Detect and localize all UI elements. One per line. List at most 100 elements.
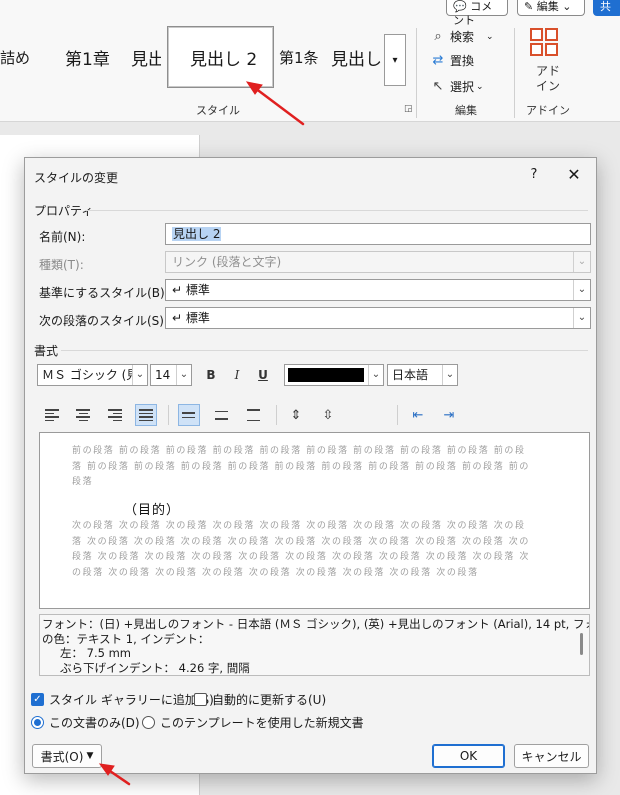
select-label: 選択: [450, 80, 475, 94]
font-color-swatch: [288, 368, 364, 382]
toolbar-separator: [276, 405, 277, 425]
description-line: ぶら下げインデント： 4.26 字, 間隔: [60, 660, 250, 675]
radio-empty-icon: [142, 716, 155, 729]
style-gallery: 詰め 第1章 見出 見出し 2 第1条 見出し: [0, 24, 410, 92]
underline-button[interactable]: U: [252, 364, 274, 386]
new-documents-label: このテンプレートを使用した新規文書: [160, 716, 364, 730]
bold-button[interactable]: B: [200, 364, 222, 386]
name-input[interactable]: 見出し 2: [165, 223, 591, 245]
chevron-down-icon: ▾: [392, 54, 398, 66]
ribbon: 💬 コメント ✎ 編集 ⌄ 共 詰め 第1章 見出 見出し 2 第1条 見出し …: [0, 0, 620, 122]
gallery-style-item[interactable]: 見出: [131, 26, 161, 88]
search-icon: ⌕: [434, 29, 442, 44]
auto-update-checkbox[interactable]: 自動的に更新する(U): [194, 691, 326, 708]
base-style-select[interactable]: ↵ 標準 ⌄: [165, 279, 591, 301]
name-value: 見出し 2: [172, 227, 222, 241]
gallery-more-button[interactable]: ▾: [384, 34, 406, 86]
cancel-button[interactable]: キャンセル: [514, 744, 589, 768]
comment-button[interactable]: 💬 コメント: [446, 0, 508, 27]
line-spacing-double-icon[interactable]: [243, 404, 265, 426]
next-style-select[interactable]: ↵ 標準 ⌄: [165, 307, 591, 329]
checkmark-icon: ✓: [31, 693, 44, 706]
ribbon-separator: [514, 28, 515, 118]
add-to-gallery-checkbox[interactable]: ✓ スタイル ギャラリーに追加(S): [31, 691, 214, 708]
preview-next-paragraph: 次の段落 次の段落 次の段落 次の段落 次の段落 次の段落 次の段落 次の段落 …: [72, 521, 531, 578]
search-button[interactable]: ⌕ 検索 ⌄: [430, 28, 494, 45]
space-after-icon[interactable]: ⇳: [317, 404, 339, 426]
name-label: 名前(N):: [39, 230, 86, 244]
language-select[interactable]: 日本語 ⌄: [387, 364, 458, 386]
font-color-select[interactable]: ⌄: [284, 364, 384, 386]
gallery-style-label: 見出: [131, 49, 161, 70]
description-line: の色：テキスト 1, インデント：: [42, 631, 210, 646]
type-value: リンク (段落と文字): [172, 255, 282, 269]
gallery-style-item[interactable]: 詰め: [0, 26, 44, 88]
gallery-style-label: 見出し 2: [190, 49, 258, 70]
edit-mode-button[interactable]: ✎ 編集 ⌄: [517, 0, 585, 16]
cursor-icon: ↖: [432, 79, 444, 94]
align-justify-icon[interactable]: [135, 404, 157, 426]
style-description: フォント：(日) +見出しのフォント - 日本語 (ＭＳ ゴシック), (英) …: [39, 614, 590, 676]
replace-button[interactable]: ⇄ 置換: [430, 52, 474, 69]
base-style-label: 基準にするスタイル(B):: [39, 286, 169, 300]
chevron-down-icon: ⌄: [573, 308, 590, 328]
search-label: 検索: [450, 30, 475, 44]
share-button[interactable]: 共: [593, 0, 620, 16]
style-preview: 前の段落 前の段落 前の段落 前の段落 前の段落 前の段落 前の段落 前の段落 …: [39, 432, 590, 609]
description-line: 左： 7.5 mm: [60, 646, 132, 660]
gallery-style-item[interactable]: 見出し: [331, 26, 381, 88]
space-before-icon[interactable]: ⇕: [285, 404, 307, 426]
caret-down-icon: ▼: [86, 751, 94, 761]
share-label: 共: [600, 0, 611, 13]
gallery-style-item[interactable]: 第1章: [65, 26, 125, 88]
new-documents-radio[interactable]: このテンプレートを使用した新規文書: [142, 714, 364, 731]
type-select: リンク (段落と文字) ⌄: [165, 251, 591, 273]
section-divider: [61, 350, 588, 351]
align-left-icon[interactable]: [41, 404, 63, 426]
select-button[interactable]: ↖ 選択 ⌄: [430, 78, 484, 95]
decrease-indent-icon[interactable]: ⇤: [407, 404, 429, 426]
addin-grid-icon: [530, 28, 558, 56]
align-center-icon[interactable]: [72, 404, 94, 426]
format-menu-button[interactable]: 書式(O) ▼: [32, 744, 102, 768]
chevron-down-icon: ⌄: [486, 31, 494, 42]
gallery-style-label: 第1章: [65, 49, 110, 70]
ok-button[interactable]: OK: [432, 744, 505, 768]
this-document-only-label: この文書のみ(D): [49, 716, 140, 730]
gallery-style-item[interactable]: 第1条: [279, 26, 327, 88]
gallery-style-label: 見出し: [331, 49, 381, 70]
toolbar-separator: [168, 405, 169, 425]
type-label: 種類(T):: [39, 258, 84, 272]
language-value: 日本語: [392, 368, 429, 382]
gallery-style-label: 詰め: [0, 48, 31, 67]
gallery-style-heading2[interactable]: 見出し 2: [167, 26, 274, 88]
chevron-down-icon: ⌄: [132, 365, 147, 385]
close-icon[interactable]: ✕: [565, 165, 583, 184]
format-header: 書式: [34, 344, 59, 358]
styles-dialog-launcher-icon[interactable]: ◲: [404, 104, 413, 114]
font-size-select[interactable]: 14 ⌄: [150, 364, 192, 386]
addin-group-label: アドイン: [526, 104, 570, 117]
this-document-only-radio[interactable]: この文書のみ(D): [31, 714, 140, 731]
increase-indent-icon[interactable]: ⇥: [438, 404, 460, 426]
addin-label-line2: イン: [536, 79, 561, 93]
line-spacing-1-5-icon[interactable]: [211, 404, 233, 426]
format-button-label: 書式(O): [40, 749, 84, 764]
description-scrollbar[interactable]: [580, 633, 583, 655]
replace-icon: ⇄: [432, 53, 444, 68]
preview-main-text: （目的）: [124, 503, 181, 518]
font-family-select[interactable]: ＭＳ ゴシック (見出 ⌄: [37, 364, 148, 386]
help-button[interactable]: ?: [527, 167, 541, 182]
line-spacing-single-icon[interactable]: [178, 404, 200, 426]
radio-selected-icon: [31, 716, 44, 729]
chevron-down-icon: ⌄: [573, 252, 590, 272]
styles-group-label: スタイル: [196, 104, 240, 117]
align-right-icon[interactable]: [104, 404, 126, 426]
italic-button[interactable]: I: [226, 364, 248, 386]
toolbar-separator: [397, 405, 398, 425]
chevron-down-icon: ⌄: [476, 81, 484, 92]
base-style-value: ↵ 標準: [172, 283, 210, 297]
edit-group-label: 編集: [455, 104, 477, 117]
ribbon-separator: [416, 28, 417, 118]
chevron-down-icon: ⌄: [573, 280, 590, 300]
